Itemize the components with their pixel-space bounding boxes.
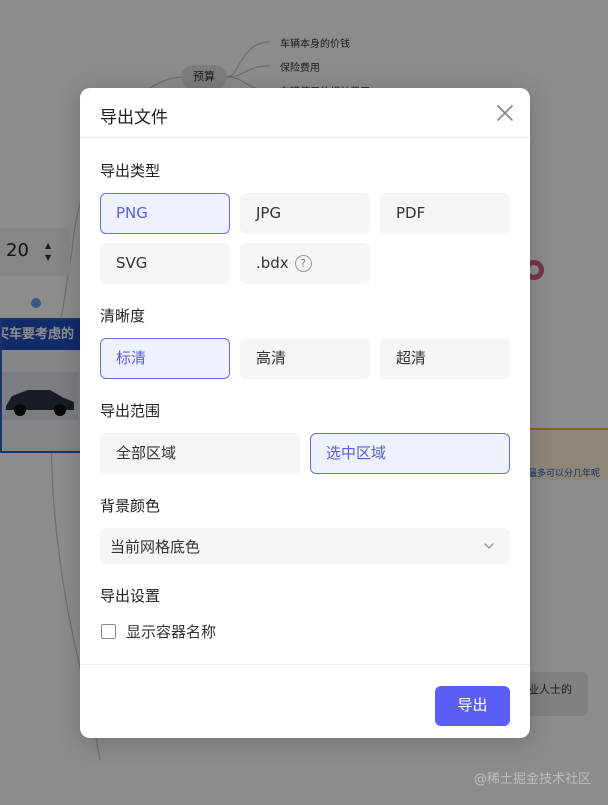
export-type-pdf-label: PDF bbox=[396, 204, 426, 222]
export-type-svg-label: SVG bbox=[116, 254, 148, 272]
export-type-label: 导出类型 bbox=[100, 162, 161, 180]
export-type-pdf[interactable]: PDF bbox=[380, 193, 510, 234]
range-all[interactable]: 全部区域 bbox=[100, 433, 300, 474]
clarity-ultra-label: 超清 bbox=[396, 349, 427, 367]
clarity-high-label: 高清 bbox=[256, 349, 287, 367]
chevron-down-icon bbox=[484, 543, 494, 549]
help-icon[interactable]: ? bbox=[294, 255, 312, 272]
show-container-name-checkbox[interactable] bbox=[101, 624, 116, 639]
export-type-svg[interactable]: SVG bbox=[100, 243, 230, 284]
clarity-label: 清晰度 bbox=[100, 307, 146, 325]
export-type-png-label: PNG bbox=[116, 204, 148, 222]
show-container-name-label[interactable]: 显示容器名称 bbox=[126, 621, 216, 642]
dialog-title: 导出文件 bbox=[100, 108, 168, 128]
close-button[interactable] bbox=[494, 102, 516, 124]
export-type-png[interactable]: PNG bbox=[100, 193, 230, 234]
dialog-header: 导出文件 bbox=[80, 88, 530, 138]
watermark: @稀土掘金技术社区 bbox=[474, 772, 592, 787]
export-type-jpg[interactable]: JPG bbox=[240, 193, 370, 234]
range-selected[interactable]: 选中区域 bbox=[310, 433, 510, 474]
settings-label: 导出设置 bbox=[100, 587, 161, 605]
range-all-label: 全部区域 bbox=[116, 444, 177, 462]
export-type-bdx-label: .bdx bbox=[256, 254, 289, 272]
clarity-standard-label: 标清 bbox=[116, 349, 147, 367]
range-selected-label: 选中区域 bbox=[326, 444, 387, 462]
bg-color-select[interactable]: 当前网格底色 bbox=[100, 528, 510, 564]
clarity-standard[interactable]: 标清 bbox=[100, 338, 230, 379]
export-button[interactable]: 导出 bbox=[435, 686, 510, 726]
bg-color-label: 背景颜色 bbox=[100, 497, 161, 515]
export-dialog: 导出文件 导出类型 PNG JPG PDF SVG .bdx? 清晰度 标清 高… bbox=[80, 88, 530, 738]
close-icon bbox=[497, 105, 513, 121]
export-type-bdx[interactable]: .bdx? bbox=[240, 243, 370, 284]
bg-color-value: 当前网格底色 bbox=[110, 538, 201, 556]
clarity-high[interactable]: 高清 bbox=[240, 338, 370, 379]
footer-divider bbox=[80, 664, 530, 665]
clarity-ultra[interactable]: 超清 bbox=[380, 338, 510, 379]
range-label: 导出范围 bbox=[100, 402, 161, 420]
export-type-jpg-label: JPG bbox=[256, 204, 282, 222]
